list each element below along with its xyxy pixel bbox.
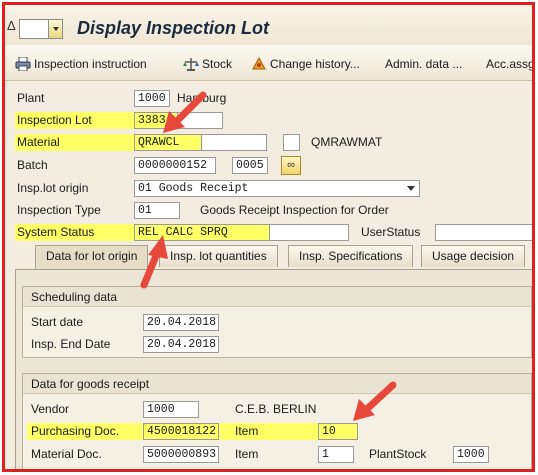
insp-lot-origin-label: Insp.lot origin <box>17 181 89 195</box>
material-checkbox[interactable] <box>283 134 300 151</box>
user-status-field[interactable] <box>435 224 532 241</box>
change-history-label: Change history... <box>270 57 360 71</box>
material-field[interactable]: QRAWCL <box>134 134 202 151</box>
batch-split-field[interactable]: 0005 <box>232 157 268 174</box>
inspection-lot-label: Inspection Lot <box>15 112 135 129</box>
tab-insp-specifications[interactable]: Insp. Specifications <box>288 245 414 267</box>
material-doc-item-label: Item <box>235 447 259 461</box>
plant-stock-field[interactable]: 1000 <box>453 446 489 463</box>
admin-data-button[interactable]: Admin. data ... <box>385 56 462 72</box>
insp-lot-origin-value: 01 Goods Receipt <box>138 182 249 195</box>
tab-strip: Data for lot origin Insp. lot quantities… <box>23 245 532 269</box>
inspection-instruction-label: Inspection instruction <box>34 57 147 71</box>
tab-data-for-lot-origin[interactable]: Data for lot origin <box>35 245 149 269</box>
start-date-label: Start date <box>31 315 84 329</box>
purchasing-item-label: Item <box>235 423 259 440</box>
tab-usage-decision[interactable]: Usage decision <box>421 245 526 267</box>
chevron-down-icon[interactable] <box>407 186 415 191</box>
scale-icon <box>183 57 199 75</box>
screenshot-frame: Δ Display Inspection Lot Inspection inst… <box>2 2 535 472</box>
material-doc-field[interactable]: 5000000893 <box>143 446 219 463</box>
material-doc-item-field[interactable]: 1 <box>318 446 354 463</box>
goods-receipt-group: Data for goods receipt Vendor 1000 C.E.B… <box>22 373 532 469</box>
plant-name-text: Hamburg <box>177 91 227 105</box>
vendor-field[interactable]: 1000 <box>143 401 199 418</box>
admin-data-label: Admin. data ... <box>385 57 463 71</box>
material-description-text: QMRAWMAT <box>311 135 383 149</box>
history-icon <box>251 56 267 75</box>
inspection-instruction-button[interactable]: Inspection instruction <box>15 56 147 72</box>
inspection-type-field[interactable]: 01 <box>134 202 180 219</box>
insp-end-date-field[interactable]: 20.04.2018 <box>143 336 219 353</box>
acc-assignment-label: Acc.assg <box>486 57 535 71</box>
vendor-label: Vendor <box>31 402 70 416</box>
system-status-field-extension[interactable] <box>269 224 349 241</box>
inspection-lot-extra-field[interactable] <box>177 112 223 129</box>
stock-label: Stock <box>202 57 233 71</box>
user-status-label: UserStatus <box>361 225 421 239</box>
insp-end-date-label: Insp. End Date <box>31 337 111 351</box>
edge-glyph: Δ <box>7 18 16 33</box>
inspection-type-label: Inspection Type <box>17 203 101 217</box>
insp-lot-origin-select[interactable]: 01 Goods Receipt <box>134 180 420 197</box>
start-date-field[interactable]: 20.04.2018 <box>143 314 219 331</box>
title-bar: Δ Display Inspection Lot <box>5 5 532 45</box>
main-content: Plant 1000 Hamburg Inspection Lot 3383 M… <box>5 81 532 469</box>
plant-field[interactable]: 1000 <box>134 90 170 107</box>
vendor-name-text: C.E.B. BERLIN <box>235 402 317 416</box>
scheduling-data-group: Scheduling data Start date 20.04.2018 In… <box>22 286 532 358</box>
inspection-lot-field[interactable]: 3383 <box>134 112 178 129</box>
tab-insp-lot-quantities[interactable]: Insp. lot quantities <box>159 245 278 267</box>
acc-assignment-button[interactable]: Acc.assg <box>486 56 535 72</box>
system-status-field[interactable]: REL CALC SPRQ <box>134 224 270 241</box>
window-title: Display Inspection Lot <box>77 18 270 38</box>
material-doc-label: Material Doc. <box>31 447 102 461</box>
printer-icon <box>15 56 31 75</box>
goods-receipt-title: Data for goods receipt <box>23 374 531 394</box>
display-glasses-icon[interactable]: ∞ <box>281 156 301 175</box>
purchasing-doc-field[interactable]: 4500018122 <box>143 423 219 440</box>
inspection-type-description: Goods Receipt Inspection for Order <box>200 203 389 217</box>
batch-field[interactable]: 0000000152 <box>134 157 216 174</box>
purchasing-item-field[interactable]: 10 <box>318 423 358 440</box>
command-field[interactable] <box>19 19 63 39</box>
material-field-extension[interactable] <box>201 134 267 151</box>
command-field-dropdown-icon[interactable] <box>48 20 62 38</box>
application-toolbar: Inspection instruction Stock Change hist… <box>5 45 532 81</box>
stock-button[interactable]: Stock <box>183 56 232 72</box>
change-history-button[interactable]: Change history... <box>251 56 360 72</box>
plant-stock-label: PlantStock <box>369 447 427 461</box>
plant-label: Plant <box>17 91 45 105</box>
batch-label: Batch <box>17 158 48 172</box>
scheduling-data-title: Scheduling data <box>23 287 531 307</box>
